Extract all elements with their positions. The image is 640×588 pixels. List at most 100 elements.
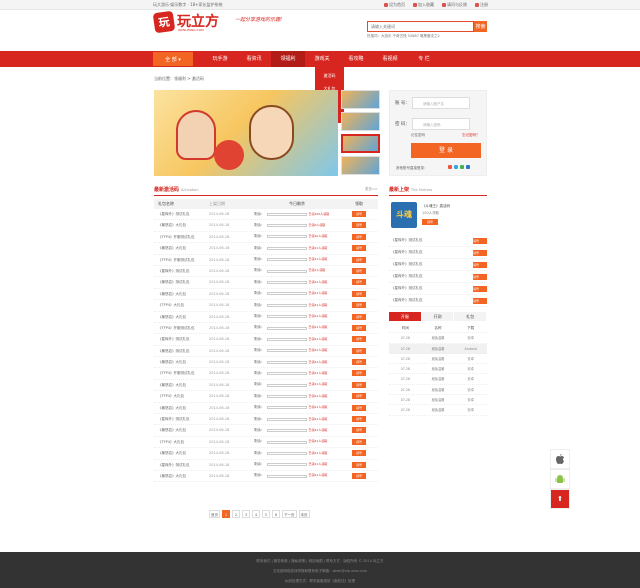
table-row[interactable]: 07-28 魔兔温暖 安卓: [389, 333, 487, 344]
banner-thumb[interactable]: [341, 90, 380, 109]
gift-name[interactable]: 《暴怒岩》大礼包: [154, 471, 209, 481]
claim-button[interactable]: 领号: [352, 359, 366, 366]
gift-name[interactable]: 《暴怒岩》大礼包: [154, 289, 209, 299]
table-row[interactable]: 07-28 魔兔温暖 Android: [389, 343, 487, 354]
bookmark-link[interactable]: 加入收藏: [413, 2, 434, 8]
gift-name[interactable]: 《星辉外》测试礼包: [154, 414, 209, 424]
search-button[interactable]: 搜索: [474, 21, 487, 32]
gift-name[interactable]: 《TFP4》开服测试礼包: [154, 255, 209, 265]
tab-test-open[interactable]: 开测: [421, 312, 455, 321]
claim-button[interactable]: 领号: [352, 279, 366, 286]
claim-button[interactable]: 领号: [352, 302, 366, 309]
gift-name[interactable]: 《星辉外》测试礼包: [391, 262, 423, 267]
gift-name[interactable]: 《暴怒岩》大礼包: [154, 220, 209, 230]
gift-name[interactable]: 《星辉外》测试礼包: [154, 460, 209, 470]
claim-button[interactable]: 领号: [352, 393, 366, 400]
nav-videos[interactable]: 看视频: [373, 51, 407, 67]
all-games-button[interactable]: 全 部 ▾: [153, 52, 193, 66]
page-link[interactable]: 3: [242, 510, 250, 518]
password-input[interactable]: 请输入密码: [412, 118, 470, 130]
game-claim-button[interactable]: 领号: [422, 219, 438, 225]
claim-button[interactable]: 领号: [473, 285, 487, 292]
table-row[interactable]: 07-28 魔兔温暖 安卓: [389, 374, 487, 385]
page-link[interactable]: 2: [232, 510, 240, 518]
set-homepage-link[interactable]: 设为首页: [384, 2, 405, 8]
hero-banner[interactable]: [154, 90, 338, 176]
page-link[interactable]: 5: [262, 510, 270, 518]
gift-name[interactable]: 《暴怒岩》大礼包: [154, 312, 209, 322]
feedback-link[interactable]: 请问与反馈: [442, 2, 467, 8]
forgot-password-link[interactable]: 忘记密码？: [462, 133, 480, 138]
table-row[interactable]: 07-28 魔兔温暖 安卓: [389, 364, 487, 375]
gift-name[interactable]: 《暴怒岩》大礼包: [154, 357, 209, 367]
page-link[interactable]: 首页: [209, 510, 220, 518]
page-link[interactable]: 4: [252, 510, 260, 518]
claim-button[interactable]: 领号: [352, 245, 366, 252]
claim-button[interactable]: 领号: [473, 273, 487, 280]
login-button[interactable]: 登 录: [411, 143, 481, 158]
claim-button[interactable]: 领号: [473, 237, 487, 244]
dropdown-activation-code[interactable]: 激活码: [315, 69, 344, 82]
claim-button[interactable]: 领号: [352, 404, 366, 411]
nav-benefits[interactable]: 领福利: [271, 51, 305, 67]
back-to-top-button[interactable]: ⬆: [550, 489, 570, 509]
page-link[interactable]: 1: [222, 510, 230, 518]
gift-name[interactable]: 《暴怒岩》测试礼包: [154, 277, 209, 287]
footer-links[interactable]: 联系我们 | 服务条款 | 隐私政策 | 网站地图 | 联系方式 · 版权所有 …: [0, 557, 640, 566]
banner-thumb[interactable]: [341, 156, 380, 175]
weibo-icon[interactable]: [448, 165, 452, 169]
claim-button[interactable]: 领号: [352, 370, 366, 377]
claim-button[interactable]: 领号: [352, 461, 366, 468]
claim-button[interactable]: 领号: [352, 381, 366, 388]
claim-button[interactable]: 领号: [352, 472, 366, 479]
table-row[interactable]: 07-28 魔兔温暖 安卓: [389, 354, 487, 365]
table-row[interactable]: 07-28 魔兔温暖 安卓: [389, 385, 487, 396]
game-name[interactable]: 《斗魂王》激活码: [422, 204, 450, 209]
claim-button[interactable]: 领号: [352, 233, 366, 240]
apple-download-button[interactable]: [550, 449, 570, 469]
qq-icon[interactable]: [454, 165, 458, 169]
claim-button[interactable]: 领号: [352, 313, 366, 320]
banner-thumb-selected[interactable]: [341, 134, 380, 153]
claim-button[interactable]: 领号: [352, 267, 366, 274]
gift-name[interactable]: 《星辉外》测试礼包: [154, 266, 209, 276]
table-row[interactable]: 07-28 魔兔温暖 安卓: [389, 395, 487, 406]
gift-name[interactable]: 《TFP4》大礼包: [154, 437, 209, 447]
register-link[interactable]: 注册: [475, 2, 488, 8]
gift-name[interactable]: 《TFP4》大礼包: [154, 391, 209, 401]
gift-name[interactable]: 《TFP4》大礼包: [154, 300, 209, 310]
gift-name[interactable]: 《暴怒岩》大礼包: [154, 380, 209, 390]
gift-name[interactable]: 《星辉外》测试礼包: [391, 274, 423, 279]
gift-name[interactable]: 《星辉外》测试礼包: [391, 250, 423, 255]
nav-game-levels[interactable]: 游戏关: [305, 51, 339, 67]
nav-columns[interactable]: 专 栏: [407, 51, 441, 67]
gift-name[interactable]: 《TFP4》开服测试礼包: [154, 232, 209, 242]
nav-news[interactable]: 看资讯: [237, 51, 271, 67]
gift-name[interactable]: 《TFP4》开服测试礼包: [154, 368, 209, 378]
claim-button[interactable]: 领号: [352, 336, 366, 343]
gift-name[interactable]: 《星辉外》测试礼包: [391, 298, 423, 303]
claim-button[interactable]: 领号: [352, 438, 366, 445]
nav-guides[interactable]: 看攻略: [339, 51, 373, 67]
nav-play-games[interactable]: 玩手游: [203, 51, 237, 67]
gift-name[interactable]: 《TFP4》开服测试礼包: [154, 323, 209, 333]
gift-name[interactable]: 《星辉外》测试礼包: [154, 209, 209, 219]
claim-button[interactable]: 领号: [352, 256, 366, 263]
account-input[interactable]: 请输入账户名: [412, 97, 470, 109]
gift-name[interactable]: 《暴怒岩》大礼包: [154, 425, 209, 435]
gift-name[interactable]: 《暴怒岩》大礼包: [154, 243, 209, 253]
claim-button[interactable]: 领号: [473, 261, 487, 268]
wechat-icon[interactable]: [460, 165, 464, 169]
gift-name[interactable]: 《暴怒岩》大礼包: [154, 448, 209, 458]
claim-button[interactable]: 领号: [352, 211, 366, 217]
tab-server-open[interactable]: 开服: [389, 312, 422, 321]
page-link[interactable]: 下一页: [282, 510, 297, 518]
hot-search-words[interactable]: 热搜词：大游乐 千奇古怪 52887 暗黑魔法之2: [367, 34, 440, 39]
renren-icon[interactable]: [466, 165, 470, 169]
claim-button[interactable]: 领号: [352, 324, 366, 331]
claim-button[interactable]: 领号: [473, 297, 487, 304]
gift-name[interactable]: 《星辉外》测试礼包: [391, 286, 423, 291]
claim-button[interactable]: 领号: [352, 290, 366, 297]
claim-button[interactable]: 领号: [352, 347, 366, 354]
page-link[interactable]: 6: [272, 510, 280, 518]
